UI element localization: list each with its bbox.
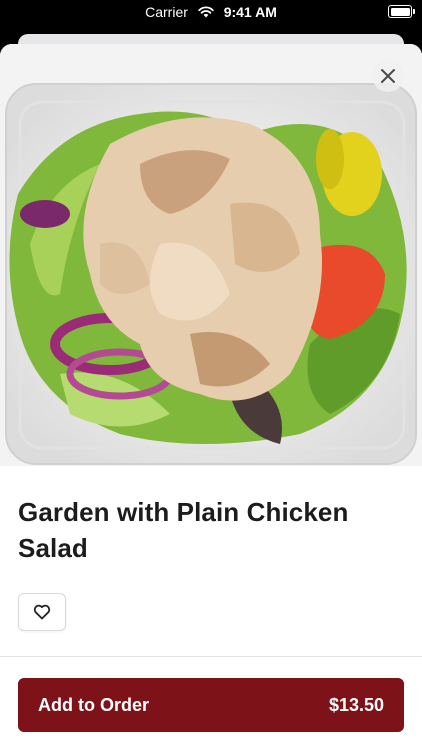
add-to-order-label: Add to Order — [38, 694, 149, 715]
status-bar: Carrier 9:41 AM — [0, 0, 422, 26]
product-image — [0, 44, 422, 466]
divider — [0, 656, 422, 657]
status-time: 9:41 AM — [223, 4, 277, 20]
heart-outline-icon — [33, 604, 51, 620]
order-price: $13.50 — [328, 694, 384, 715]
close-icon — [381, 69, 395, 83]
carrier-label: Carrier — [145, 4, 188, 20]
product-title: Garden with Plain Chicken Salad — [18, 497, 349, 563]
item-detail-sheet: Garden with Plain Chicken Salad Add to O… — [0, 44, 422, 750]
status-center: Carrier 9:41 AM — [0, 4, 422, 20]
close-button[interactable] — [372, 60, 404, 92]
add-to-order-button[interactable]: Add to Order $13.50 — [18, 678, 404, 732]
wifi-icon — [198, 6, 214, 18]
battery-icon — [388, 5, 415, 18]
favorite-button[interactable] — [18, 593, 66, 631]
